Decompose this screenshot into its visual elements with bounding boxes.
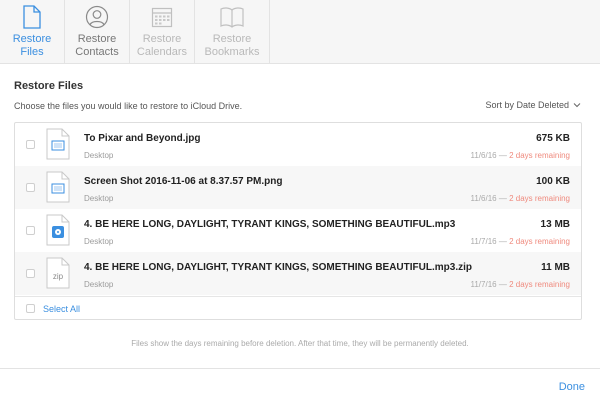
- row-checkbox[interactable]: [26, 140, 35, 149]
- file-size: 675 KB: [536, 133, 570, 144]
- date-separator: —: [498, 237, 507, 246]
- tab-bar: Restore Files Restore Contacts Restore C…: [0, 0, 600, 64]
- select-all-row[interactable]: Select All: [15, 296, 581, 320]
- zip-icon-label: zip: [53, 272, 64, 281]
- tab-label: Restore Contacts: [75, 33, 119, 58]
- file-date: 11/7/16: [470, 237, 497, 246]
- file-name: Screen Shot 2016-11-06 at 8.37.57 PM.png: [84, 176, 283, 187]
- zip-file-icon: zip: [46, 257, 70, 289]
- tab-label: Restore Files: [12, 33, 52, 58]
- select-all-checkbox[interactable]: [26, 304, 35, 313]
- file-date: 11/6/16: [470, 194, 497, 203]
- date-separator: —: [498, 194, 507, 203]
- file-size: 13 MB: [540, 219, 570, 230]
- file-row[interactable]: 4. BE HERE LONG, DAYLIGHT, TYRANT KINGS,…: [15, 209, 581, 252]
- page-title: Restore Files: [14, 80, 84, 92]
- book-icon: [219, 4, 245, 30]
- tab-label: Restore Calendars: [136, 33, 188, 58]
- document-icon: [19, 4, 45, 30]
- file-date: 11/6/16: [470, 151, 497, 160]
- sort-label: Sort by Date Deleted: [485, 100, 569, 110]
- bottom-bar: Done: [0, 368, 600, 406]
- file-date: 11/7/16: [470, 280, 497, 289]
- sort-dropdown[interactable]: Sort by Date Deleted: [485, 100, 581, 110]
- file-deletion-info: 11/7/16 — 2 days remaining: [471, 280, 571, 289]
- file-location: Desktop: [84, 194, 114, 203]
- person-circle-icon: [84, 4, 110, 30]
- file-list: To Pixar and Beyond.jpg Desktop 675 KB 1…: [14, 122, 582, 320]
- days-remaining: 2 days remaining: [509, 237, 570, 246]
- file-name: To Pixar and Beyond.jpg: [84, 133, 201, 144]
- file-location: Desktop: [84, 151, 114, 160]
- file-name: 4. BE HERE LONG, DAYLIGHT, TYRANT KINGS,…: [84, 262, 472, 273]
- calendar-icon: [149, 4, 175, 30]
- file-row[interactable]: zip 4. BE HERE LONG, DAYLIGHT, TYRANT KI…: [15, 252, 581, 295]
- select-all-button[interactable]: Select All: [43, 304, 80, 314]
- file-deletion-info: 11/7/16 — 2 days remaining: [471, 237, 571, 246]
- file-row[interactable]: Screen Shot 2016-11-06 at 8.37.57 PM.png…: [15, 166, 581, 209]
- audio-file-icon: [46, 214, 70, 246]
- tab-label: Restore Bookmarks: [204, 33, 260, 58]
- done-button[interactable]: Done: [559, 381, 585, 393]
- days-remaining: 2 days remaining: [509, 194, 570, 203]
- row-checkbox[interactable]: [26, 226, 35, 235]
- file-size: 100 KB: [536, 176, 570, 187]
- image-file-icon: [46, 171, 70, 203]
- tab-restore-contacts[interactable]: Restore Contacts: [65, 0, 130, 64]
- row-checkbox[interactable]: [26, 183, 35, 192]
- date-separator: —: [498, 280, 507, 289]
- days-remaining: 2 days remaining: [509, 280, 570, 289]
- file-location: Desktop: [84, 280, 114, 289]
- row-checkbox[interactable]: [26, 269, 35, 278]
- file-deletion-info: 11/6/16 — 2 days remaining: [471, 151, 571, 160]
- image-file-icon: [46, 128, 70, 160]
- file-location: Desktop: [84, 237, 114, 246]
- file-deletion-info: 11/6/16 — 2 days remaining: [471, 194, 571, 203]
- tab-restore-calendars[interactable]: Restore Calendars: [130, 0, 195, 64]
- file-size: 11 MB: [541, 262, 570, 273]
- file-name: 4. BE HERE LONG, DAYLIGHT, TYRANT KINGS,…: [84, 219, 456, 230]
- file-row[interactable]: To Pixar and Beyond.jpg Desktop 675 KB 1…: [15, 123, 581, 166]
- tab-restore-files[interactable]: Restore Files: [0, 0, 65, 64]
- footer-note: Files show the days remaining before del…: [131, 339, 469, 348]
- tab-restore-bookmarks[interactable]: Restore Bookmarks: [195, 0, 270, 64]
- date-separator: —: [498, 151, 507, 160]
- page-subtitle: Choose the files you would like to resto…: [14, 101, 243, 111]
- chevron-down-icon: [573, 100, 581, 110]
- days-remaining: 2 days remaining: [509, 151, 570, 160]
